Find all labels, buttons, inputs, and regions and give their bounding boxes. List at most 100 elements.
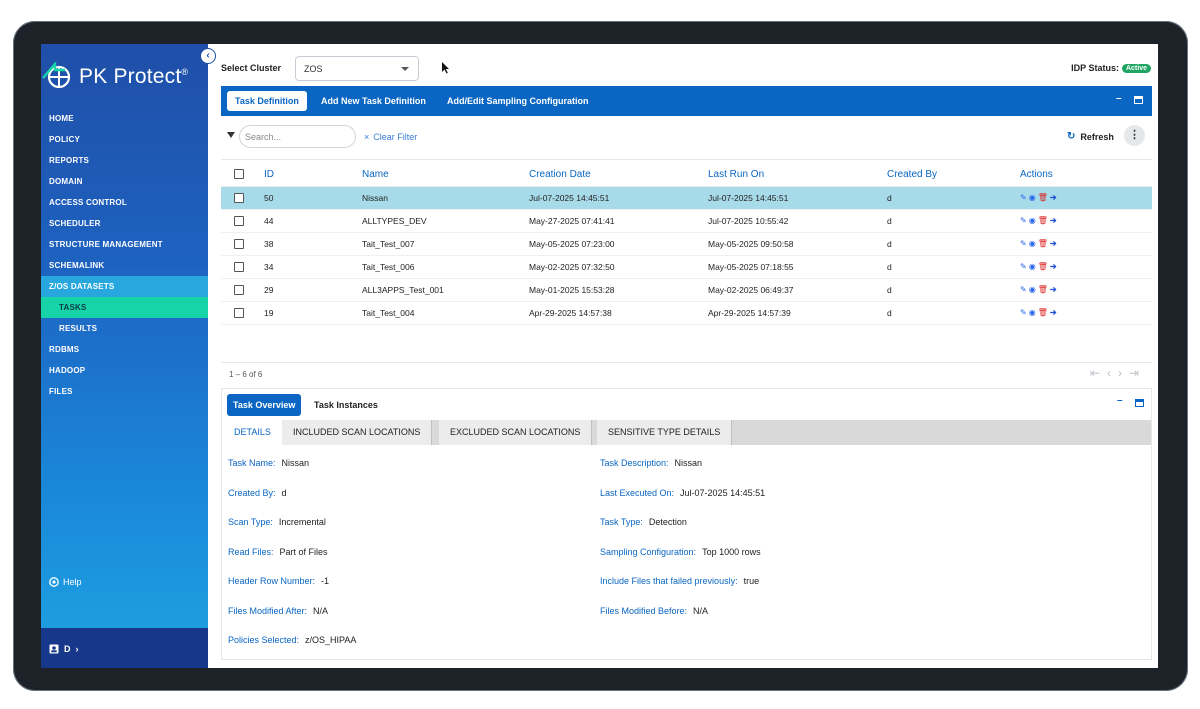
delete-icon[interactable]: 🗑	[1038, 285, 1048, 294]
cell-id: 34	[264, 262, 274, 272]
detail-field-key: Last Executed On:	[600, 487, 675, 498]
user-menu[interactable]: D ›	[49, 644, 79, 654]
table-row[interactable]: 44 ALLTYPES_DEV May-27-2025 07:41:41 Jul-07…	[221, 210, 1152, 233]
detail-maximize-icon[interactable]	[1135, 399, 1144, 410]
table-row[interactable]: 50 Nissan Jul-07-2025 14:45:51 Jul-07-2025 …	[221, 187, 1152, 210]
row-checkbox[interactable]	[234, 308, 244, 318]
sidebar-item-results[interactable]: RESULTS	[41, 318, 208, 339]
cell-creation-date: May-27-2025 07:41:41	[529, 216, 615, 226]
column-header-created-by[interactable]: Created By	[887, 169, 937, 180]
sidebar-item-files[interactable]: FILES	[41, 381, 208, 402]
subtab-sensitive-type-details[interactable]: SENSITIVE TYPE DETAILS	[597, 420, 733, 445]
more-options-button[interactable]: ⋮	[1124, 125, 1145, 146]
sidebar-item-home[interactable]: HOME	[41, 108, 208, 129]
refresh-button[interactable]: ↻ Refresh	[1067, 131, 1114, 142]
cell-last-run-on: May-05-2025 09:50:58	[708, 239, 794, 249]
sidebar-item-structure-management[interactable]: STRUCTURE MANAGEMENT	[41, 234, 208, 255]
view-icon[interactable]: ◉	[1029, 193, 1036, 202]
cell-last-run-on: Jul-07-2025 10:55:42	[708, 216, 789, 226]
tab-task-definition[interactable]: Task Definition	[227, 91, 307, 111]
sidebar-item-reports[interactable]: REPORTS	[41, 150, 208, 171]
detail-field-value: Top 1000 rows	[702, 546, 761, 557]
arrow-right-icon[interactable]: ➔	[1050, 239, 1057, 248]
column-header-id[interactable]: ID	[264, 169, 274, 180]
arrow-right-icon[interactable]: ➔	[1050, 216, 1057, 225]
subtab-details[interactable]: DETAILS	[223, 420, 283, 445]
sidebar-collapse-button[interactable]: ‹	[200, 48, 216, 64]
pagination-nav-icons[interactable]: ⇤‹›⇥	[1090, 366, 1146, 380]
sidebar-item-rdbms[interactable]: RDBMS	[41, 339, 208, 360]
view-icon[interactable]: ◉	[1029, 262, 1036, 271]
cell-id: 19	[264, 308, 274, 318]
sidebar-item-zos-datasets[interactable]: Z/OS DATASETS	[41, 276, 208, 297]
clear-filter-button[interactable]: × Clear Filter	[364, 132, 417, 142]
minimize-icon[interactable]: –	[1116, 93, 1122, 104]
tab-add-new-task-definition[interactable]: Add New Task Definition	[313, 91, 434, 111]
detail-minimize-icon[interactable]: –	[1117, 395, 1123, 406]
arrow-right-icon[interactable]: ➔	[1050, 285, 1057, 294]
tab-sampling-configuration[interactable]: Add/Edit Sampling Configuration	[439, 91, 597, 111]
view-icon[interactable]: ◉	[1029, 216, 1036, 225]
detail-field-value: true	[743, 576, 760, 586]
view-icon[interactable]: ◉	[1029, 239, 1036, 248]
detail-field-value: -1	[321, 576, 330, 586]
column-header-last-run-on[interactable]: Last Run On	[708, 169, 764, 180]
table-row[interactable]: 19 Tait_Test_004 Apr-29-2025 14:57:38 Apr-2…	[221, 302, 1152, 325]
column-header-creation-date[interactable]: Creation Date	[529, 169, 591, 180]
detail-field: Read Files: Part of Files	[228, 547, 328, 557]
edit-icon[interactable]: ✎	[1020, 308, 1027, 317]
arrow-right-icon[interactable]: ➔	[1050, 262, 1057, 271]
idp-status-badge: Active	[1121, 63, 1151, 73]
tab-task-overview[interactable]: Task Overview	[227, 394, 302, 416]
app-screen: PK Protect® HOME POLICY REPORTS DOMAIN A…	[41, 44, 1158, 668]
row-checkbox[interactable]	[234, 216, 244, 226]
row-checkbox[interactable]	[234, 193, 244, 203]
row-checkbox[interactable]	[234, 285, 244, 295]
table-row[interactable]: 38 Tait_Test_007 May-05-2025 07:23:00 May-0…	[221, 233, 1152, 256]
detail-field: Created By: d	[228, 488, 287, 498]
sidebar-item-hadoop[interactable]: HADOOP	[41, 360, 208, 381]
idp-status: IDP Status: Active	[1071, 63, 1151, 73]
row-actions: ✎ ◉ 🗑 ➔	[1020, 262, 1057, 271]
sidebar-item-schemalink[interactable]: SCHEMALINK	[41, 255, 208, 276]
delete-icon[interactable]: 🗑	[1038, 239, 1048, 248]
edit-icon[interactable]: ✎	[1020, 193, 1027, 202]
delete-icon[interactable]: 🗑	[1038, 193, 1048, 202]
detail-field: Policies Selected: z/OS_HIPAA	[228, 635, 356, 645]
select-all-checkbox[interactable]	[234, 169, 244, 179]
detail-field-value: d	[281, 487, 287, 498]
edit-icon[interactable]: ✎	[1020, 285, 1027, 294]
row-checkbox[interactable]	[234, 262, 244, 272]
tab-task-instances[interactable]: Task Instances	[308, 394, 384, 416]
delete-icon[interactable]: 🗑	[1038, 216, 1048, 225]
edit-icon[interactable]: ✎	[1020, 239, 1027, 248]
pagination-range: 1 – 6 of 6	[229, 370, 263, 379]
table-row[interactable]: 34 Tait_Test_006 May-02-2025 07:32:50 May-0…	[221, 256, 1152, 279]
arrow-right-icon[interactable]: ➔	[1050, 308, 1057, 317]
detail-field-value: Nissan	[674, 458, 703, 468]
subtab-included-scan-locations[interactable]: INCLUDED SCAN LOCATIONS	[282, 420, 433, 445]
sidebar-item-access-control[interactable]: ACCESS CONTROL	[41, 192, 208, 213]
table-row[interactable]: 29 ALL3APPS_Test_001 May-01-2025 15:53:28 M…	[221, 279, 1152, 302]
delete-icon[interactable]: 🗑	[1038, 308, 1048, 317]
table-header: ID Name Creation Date Last Run On Create…	[221, 159, 1152, 187]
view-icon[interactable]: ◉	[1029, 285, 1036, 294]
cluster-select[interactable]: ZOS	[295, 56, 419, 81]
sidebar-item-scheduler[interactable]: SCHEDULER	[41, 213, 208, 234]
filter-icon[interactable]	[227, 132, 235, 138]
sidebar-item-policy[interactable]: POLICY	[41, 129, 208, 150]
sidebar-item-domain[interactable]: DOMAIN	[41, 171, 208, 192]
edit-icon[interactable]: ✎	[1020, 262, 1027, 271]
column-header-name[interactable]: Name	[362, 169, 389, 180]
search-input[interactable]: Search...	[239, 125, 356, 148]
delete-icon[interactable]: 🗑	[1038, 262, 1048, 271]
arrow-right-icon[interactable]: ➔	[1050, 193, 1057, 202]
maximize-icon[interactable]	[1134, 96, 1143, 107]
row-checkbox[interactable]	[234, 239, 244, 249]
edit-icon[interactable]: ✎	[1020, 216, 1027, 225]
view-icon[interactable]: ◉	[1029, 308, 1036, 317]
detail-field-value: N/A	[693, 605, 709, 616]
subtab-excluded-scan-locations[interactable]: EXCLUDED SCAN LOCATIONS	[439, 420, 593, 445]
help-link[interactable]: Help	[49, 577, 82, 587]
sidebar-item-tasks[interactable]: TASKS	[41, 297, 208, 318]
